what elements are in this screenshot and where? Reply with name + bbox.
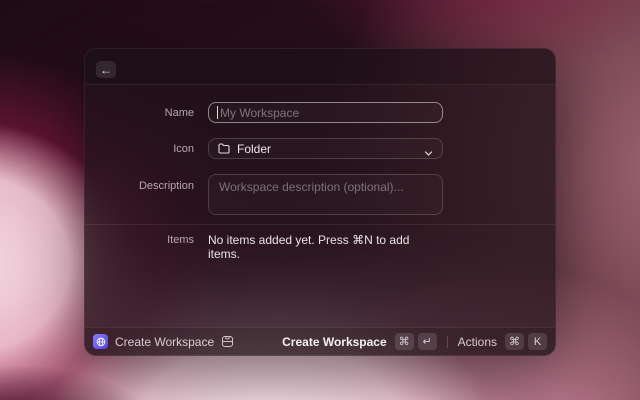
icon-row: Icon Folder (85, 138, 443, 159)
k-key-badge: K (528, 333, 547, 350)
icon-label: Icon (173, 142, 194, 155)
folder-icon (218, 143, 230, 154)
name-row: Name (85, 102, 443, 123)
return-key-badge: ↵ (417, 333, 437, 350)
chevron-down-icon (424, 145, 433, 163)
description-row: Description (85, 174, 443, 215)
text-caret (217, 106, 218, 119)
name-label: Name (164, 106, 194, 119)
submit-button[interactable]: Create Workspace (282, 335, 387, 349)
items-label: Items (167, 234, 194, 246)
footer-right: Create Workspace ⌘ ↵ Actions ⌘ K (282, 333, 547, 350)
description-textarea[interactable] (208, 174, 443, 215)
back-button[interactable]: ← (96, 61, 116, 78)
dialog-footer: Create Workspace Create Workspace ⌘ ↵ Ac… (85, 327, 555, 355)
create-workspace-dialog: ← Name Icon Folder Descript (84, 48, 556, 356)
dialog-header: ← (85, 49, 555, 85)
footer-left: Create Workspace (93, 334, 282, 349)
description-label: Description (138, 180, 194, 192)
description-field-wrap (208, 174, 443, 215)
name-field-wrap (208, 102, 443, 123)
save-draft-icon[interactable] (221, 335, 234, 348)
section-divider (85, 224, 555, 225)
icon-select[interactable]: Folder (208, 138, 443, 159)
cmd-key-badge: ⌘ (394, 333, 414, 350)
workspace-extension-icon (93, 334, 108, 349)
footer-group-divider (446, 335, 448, 348)
name-input[interactable] (208, 102, 443, 123)
cmd-key-badge: ⌘ (505, 333, 524, 350)
icon-select-value: Folder (237, 141, 272, 156)
command-title: Create Workspace (115, 334, 215, 349)
items-row: Items No items added yet. Press ⌘N to ad… (85, 233, 443, 261)
arrow-left-icon: ← (100, 62, 112, 77)
actions-button[interactable]: Actions (458, 335, 497, 349)
items-empty-text: No items added yet. Press ⌘N to add item… (208, 233, 410, 261)
